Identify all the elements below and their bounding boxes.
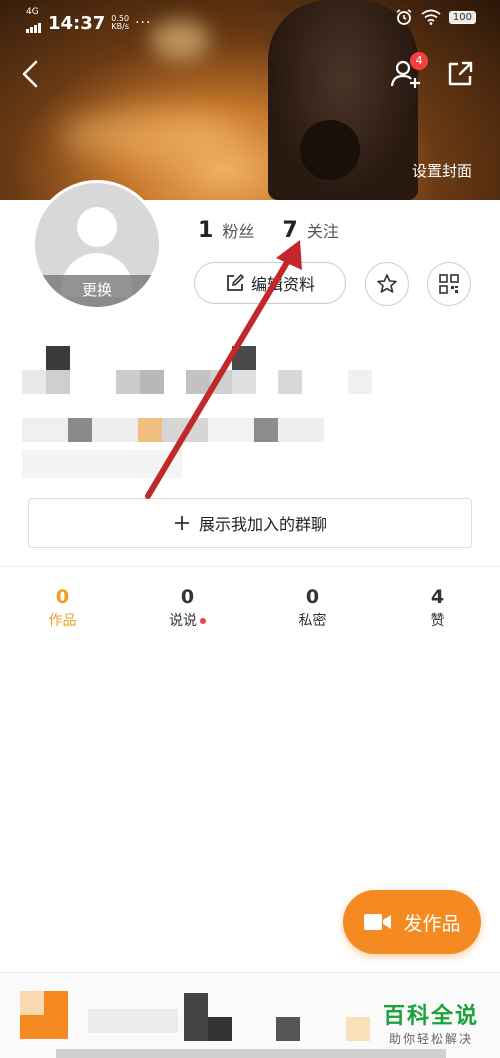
tab-works[interactable]: 0 作品 <box>0 586 125 630</box>
tab-count: 0 <box>180 586 195 608</box>
section-divider <box>0 566 500 567</box>
network-speed: 0.50 KB/s <box>111 15 129 31</box>
share-button[interactable] <box>442 56 478 92</box>
censored-profile-info <box>22 344 402 504</box>
watermark: 百科全说 助你轻松解决 <box>372 998 490 1047</box>
alarm-icon <box>396 9 412 25</box>
chevron-left-icon <box>22 60 38 88</box>
tab-label: 私密 <box>298 613 327 629</box>
video-camera-icon <box>364 914 392 930</box>
network-type: 4G <box>26 7 39 17</box>
profile-stats: 1 粉丝 7 关注 <box>198 218 339 243</box>
status-bar: 4G 14:37 0.50 KB/s ··· 100 <box>0 0 500 38</box>
content-tabs: 0 作品 0 说说 0 私密 4 赞 <box>0 586 500 630</box>
post-work-button[interactable]: 发作品 <box>343 890 481 954</box>
tab-label: 作品 <box>48 613 77 629</box>
fans-label: 粉丝 <box>222 222 255 241</box>
avatar-placeholder-head <box>77 207 117 247</box>
following-label: 关注 <box>306 222 339 241</box>
cover-scooter-wheel <box>300 120 360 180</box>
tab-posts[interactable]: 0 说说 <box>125 586 250 630</box>
friend-request-badge: 4 <box>410 52 428 70</box>
fans-stat[interactable]: 1 粉丝 <box>198 218 254 243</box>
cover-light <box>60 110 240 160</box>
battery-indicator: 100 <box>448 10 476 24</box>
watermark-subtitle: 助你轻松解决 <box>388 1032 473 1046</box>
tab-count: 4 <box>430 586 445 608</box>
edit-profile-button[interactable]: 编辑资料 <box>194 262 346 304</box>
plus-icon <box>174 516 189 530</box>
star-icon <box>377 274 397 293</box>
avatar[interactable]: 更换 <box>32 180 162 310</box>
tab-count: 0 <box>55 586 70 608</box>
following-count: 7 <box>282 218 298 243</box>
status-time: 14:37 <box>48 12 106 34</box>
signal-indicator: 4G <box>26 8 42 38</box>
qr-code-icon <box>439 274 459 294</box>
edit-profile-label: 编辑资料 <box>250 275 315 294</box>
tab-likes[interactable]: 4 赞 <box>375 586 500 630</box>
set-cover-button[interactable]: 设置封面 <box>412 160 472 181</box>
show-groups-label: 展示我加入的群聊 <box>198 515 327 534</box>
edit-icon <box>227 273 245 291</box>
share-icon <box>448 61 473 86</box>
speed-unit: KB/s <box>111 22 129 31</box>
back-button[interactable] <box>14 56 50 92</box>
tab-label-wrap: 说说 <box>125 610 250 630</box>
wifi-icon <box>421 9 441 25</box>
tab-count: 0 <box>305 586 320 608</box>
tab-label: 赞 <box>430 613 445 629</box>
post-work-label: 发作品 <box>403 912 461 935</box>
new-posts-dot <box>200 618 206 624</box>
watermark-title: 百科全说 <box>382 1004 479 1029</box>
fans-count: 1 <box>198 218 214 243</box>
show-joined-groups-button[interactable]: 展示我加入的群聊 <box>28 498 472 548</box>
signal-bars-icon <box>26 23 41 33</box>
favorites-button[interactable] <box>365 262 409 306</box>
more-notifications: ··· <box>135 15 152 31</box>
qr-code-button[interactable] <box>427 262 471 306</box>
tab-private[interactable]: 0 私密 <box>250 586 375 630</box>
tab-label: 说说 <box>169 613 197 629</box>
following-stat[interactable]: 7 关注 <box>282 218 338 243</box>
change-avatar-button[interactable]: 更换 <box>35 275 159 307</box>
